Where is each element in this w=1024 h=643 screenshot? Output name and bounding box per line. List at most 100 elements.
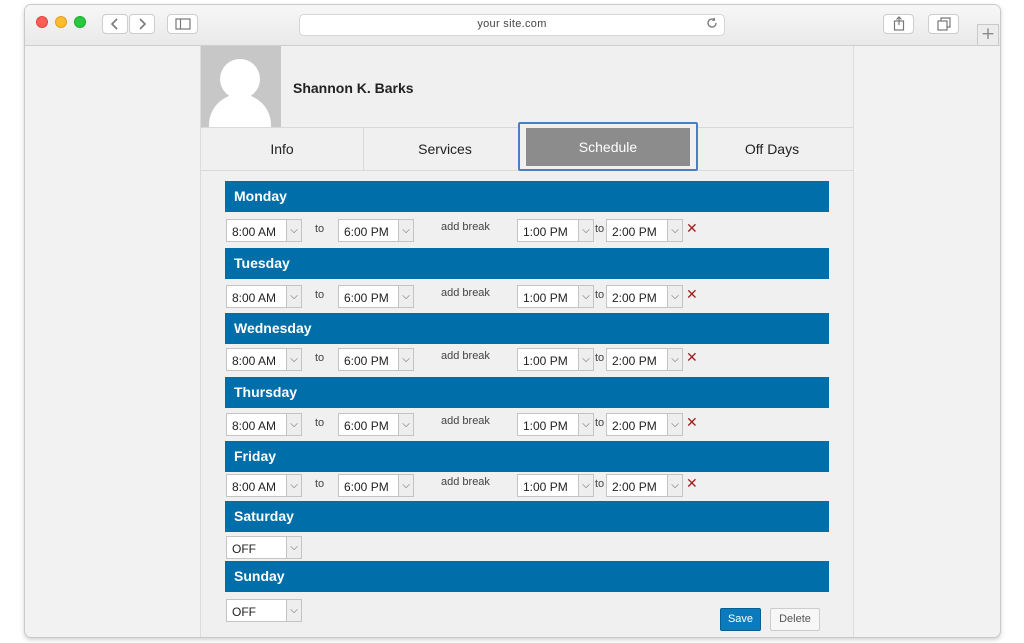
new-tab-button[interactable]: +: [977, 24, 999, 46]
address-bar[interactable]: your site.com: [299, 14, 725, 36]
tab-off-days[interactable]: Off Days: [691, 128, 853, 170]
delete-button[interactable]: Delete: [770, 608, 820, 631]
friday-end-select[interactable]: 6:00 PM ⌵: [338, 474, 414, 497]
day-header-friday: Friday: [225, 441, 829, 472]
forward-button[interactable]: [129, 14, 155, 34]
chevron-down-icon: ⌵: [398, 286, 413, 307]
select-value: 1:00 PM: [523, 291, 568, 305]
chevron-down-icon: ⌵: [398, 475, 413, 496]
chevron-down-icon: ⌵: [286, 220, 301, 241]
tab-bar: Info Services Schedule Off Days: [201, 122, 853, 171]
thursday-break-end-select[interactable]: 2:00 PM ⌵: [606, 413, 683, 436]
browser-window: your site.com + Shannon K. Barks Info Se…: [24, 4, 1001, 638]
thursday-end-select[interactable]: 6:00 PM ⌵: [338, 413, 414, 436]
remove-break-icon[interactable]: ✕: [686, 287, 698, 303]
to-label: to: [595, 417, 605, 429]
add-break-link[interactable]: add break: [441, 350, 490, 362]
select-value: 8:00 AM: [232, 480, 277, 494]
avatar-head-shape: [220, 59, 260, 99]
select-value: 6:00 PM: [344, 225, 389, 239]
saturday-status-select[interactable]: OFF ⌵: [226, 536, 302, 559]
select-value: OFF: [232, 605, 256, 619]
to-label: to: [315, 289, 325, 301]
chevron-down-icon: ⌵: [286, 414, 301, 435]
select-value: 2:00 PM: [612, 354, 657, 368]
tuesday-start-select[interactable]: 8:00 AM ⌵: [226, 285, 302, 308]
chevron-down-icon: ⌵: [286, 349, 301, 370]
select-value: 8:00 AM: [232, 291, 277, 305]
tuesday-break-start-select[interactable]: 1:00 PM ⌵: [517, 285, 594, 308]
chevron-down-icon: ⌵: [578, 349, 593, 370]
wednesday-break-end-select[interactable]: 2:00 PM ⌵: [606, 348, 683, 371]
day-header-monday: Monday: [225, 181, 829, 212]
select-value: 2:00 PM: [612, 225, 657, 239]
add-break-link[interactable]: add break: [441, 415, 490, 427]
tab-info[interactable]: Info: [201, 128, 364, 170]
add-break-link[interactable]: add break: [441, 287, 490, 299]
add-break-link[interactable]: add break: [441, 476, 490, 488]
zoom-window-button[interactable]: [74, 16, 86, 28]
sidebar-button[interactable]: [167, 14, 198, 34]
add-break-link[interactable]: add break: [441, 221, 490, 233]
chevron-down-icon: ⌵: [398, 220, 413, 241]
monday-break-start-select[interactable]: 1:00 PM ⌵: [517, 219, 594, 242]
remove-break-icon[interactable]: ✕: [686, 350, 698, 366]
minimize-window-button[interactable]: [55, 16, 67, 28]
friday-break-end-select[interactable]: 2:00 PM ⌵: [606, 474, 683, 497]
avatar: [201, 46, 281, 127]
avatar-body-shape: [209, 94, 271, 127]
thursday-break-start-select[interactable]: 1:00 PM ⌵: [517, 413, 594, 436]
select-value: 6:00 PM: [344, 354, 389, 368]
browser-toolbar: your site.com: [25, 5, 1000, 46]
select-value: 8:00 AM: [232, 225, 277, 239]
select-value: OFF: [232, 542, 256, 556]
tab-services[interactable]: Services: [364, 128, 526, 170]
save-button[interactable]: Save: [720, 608, 761, 631]
chevron-down-icon: ⌵: [667, 286, 682, 307]
to-label: to: [315, 417, 325, 429]
to-label: to: [595, 478, 605, 490]
remove-break-icon[interactable]: ✕: [686, 415, 698, 431]
select-value: 1:00 PM: [523, 419, 568, 433]
monday-end-select[interactable]: 6:00 PM ⌵: [338, 219, 414, 242]
back-button[interactable]: [102, 14, 128, 34]
to-label: to: [315, 478, 325, 490]
select-value: 6:00 PM: [344, 480, 389, 494]
chevron-left-icon: [110, 18, 118, 30]
chevron-down-icon: ⌵: [398, 349, 413, 370]
wednesday-end-select[interactable]: 6:00 PM ⌵: [338, 348, 414, 371]
share-button[interactable]: [883, 14, 914, 34]
monday-break-end-select[interactable]: 2:00 PM ⌵: [606, 219, 683, 242]
thursday-start-select[interactable]: 8:00 AM ⌵: [226, 413, 302, 436]
select-value: 2:00 PM: [612, 480, 657, 494]
to-label: to: [595, 352, 605, 364]
provider-name: Shannon K. Barks: [293, 80, 414, 96]
remove-break-icon[interactable]: ✕: [686, 476, 698, 492]
select-value: 1:00 PM: [523, 354, 568, 368]
select-value: 8:00 AM: [232, 419, 277, 433]
chevron-down-icon: ⌵: [398, 414, 413, 435]
tab-schedule[interactable]: Schedule: [526, 128, 690, 166]
friday-start-select[interactable]: 8:00 AM ⌵: [226, 474, 302, 497]
remove-break-icon[interactable]: ✕: [686, 221, 698, 237]
monday-start-select[interactable]: 8:00 AM ⌵: [226, 219, 302, 242]
tuesday-end-select[interactable]: 6:00 PM ⌵: [338, 285, 414, 308]
tabs-overview-button[interactable]: [928, 14, 959, 34]
chevron-down-icon: ⌵: [286, 475, 301, 496]
day-header-wednesday: Wednesday: [225, 313, 829, 344]
wednesday-start-select[interactable]: 8:00 AM ⌵: [226, 348, 302, 371]
chevron-down-icon: ⌵: [667, 475, 682, 496]
day-header-saturday: Saturday: [225, 501, 829, 532]
friday-break-start-select[interactable]: 1:00 PM ⌵: [517, 474, 594, 497]
tuesday-break-end-select[interactable]: 2:00 PM ⌵: [606, 285, 683, 308]
chevron-down-icon: ⌵: [578, 286, 593, 307]
close-window-button[interactable]: [36, 16, 48, 28]
chevron-down-icon: ⌵: [667, 220, 682, 241]
wednesday-break-start-select[interactable]: 1:00 PM ⌵: [517, 348, 594, 371]
reload-icon[interactable]: [706, 17, 718, 33]
chevron-down-icon: ⌵: [578, 414, 593, 435]
to-label: to: [315, 352, 325, 364]
sunday-status-select[interactable]: OFF ⌵: [226, 599, 302, 622]
to-label: to: [595, 223, 605, 235]
select-value: 1:00 PM: [523, 225, 568, 239]
